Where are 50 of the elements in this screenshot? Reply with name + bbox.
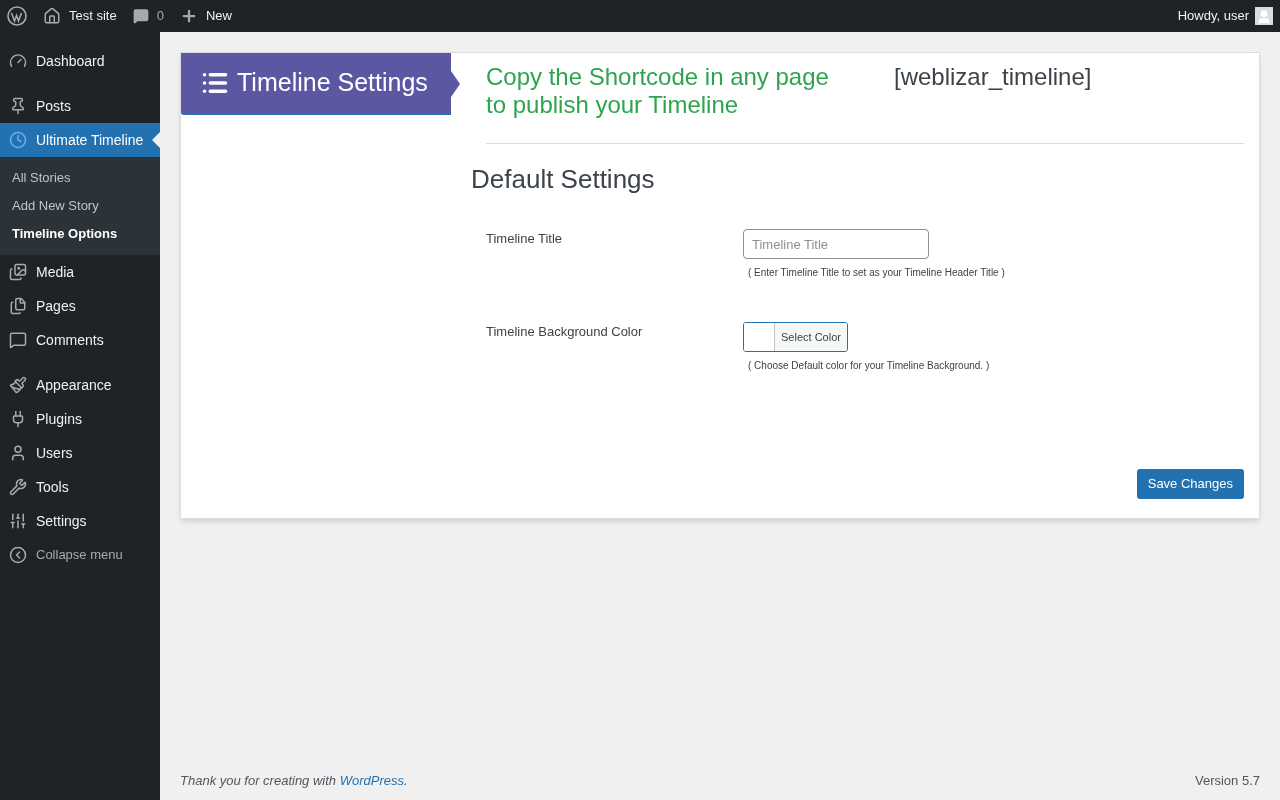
field-label: Timeline Background Color — [486, 323, 644, 341]
title-pointer-arrow — [451, 71, 460, 97]
user-icon — [9, 444, 27, 462]
field-help: ( Enter Timeline Title to set as your Timeline Header Title ) — [747, 266, 1005, 280]
sidebar-item[interactable]: Pages — [0, 289, 160, 323]
sliders-icon — [9, 512, 27, 530]
wordpress-logo-icon[interactable] — [7, 6, 27, 26]
submenu-item[interactable]: Timeline Options — [0, 220, 160, 248]
sidebar-item[interactable]: Posts — [0, 89, 160, 123]
comment-icon — [132, 8, 149, 24]
title-input[interactable]: Timeline Title — [743, 229, 929, 259]
shortcode: [weblizar_timeline] — [894, 63, 1092, 92]
home-icon — [43, 7, 61, 25]
comments-link[interactable]: 0 — [132, 6, 164, 26]
field-label: Timeline Title — [486, 230, 564, 248]
submenu-item[interactable]: All Stories — [0, 164, 160, 192]
pin-icon — [9, 97, 27, 115]
dashboard-icon — [9, 52, 27, 70]
sidebar-item[interactable]: Plugins — [0, 402, 160, 436]
save-changes-button[interactable]: Save Changes — [1136, 469, 1244, 499]
sidebar-item[interactable]: Comments — [0, 323, 160, 357]
pages-icon — [9, 297, 27, 315]
new-link[interactable]: New — [179, 6, 232, 26]
submenu-item[interactable]: Add New Story — [0, 192, 160, 220]
sidebar-item[interactable]: Tools — [0, 470, 160, 504]
sidebar-item[interactable]: Dashboard — [0, 44, 160, 78]
collapse-menu-button[interactable]: Collapse menu — [0, 538, 160, 572]
comment-icon — [9, 331, 27, 349]
sidebar-item[interactable]: Appearance — [0, 368, 160, 402]
footer-text: Thank you for creating with WordPress. — [180, 771, 408, 790]
timeline-icon — [9, 131, 27, 149]
sidebar-item[interactable]: Settings — [0, 504, 160, 538]
sidebar-item[interactable]: Ultimate Timeline — [0, 123, 160, 157]
sidebar-item[interactable]: Users — [0, 436, 160, 470]
section-heading: Default Settings — [471, 163, 656, 196]
shortcode-hint: Copy the Shortcode in any page to publish your Timeline — [486, 63, 830, 119]
avatar-icon — [1255, 7, 1273, 25]
version-text: Version 5.7 — [1194, 771, 1260, 790]
brush-icon — [9, 376, 27, 394]
media-icon — [9, 263, 27, 281]
site-link[interactable]: Test site — [43, 6, 117, 26]
collapse-icon — [9, 546, 27, 564]
panel-title: Timeline Settings — [181, 53, 451, 115]
wrench-icon — [9, 478, 27, 496]
pointer-arrow — [152, 132, 160, 148]
account-link[interactable]: Howdy, user — [1177, 6, 1273, 26]
select-color-button[interactable]: Select Color — [743, 322, 848, 352]
wordpress-link[interactable]: WordPress — [339, 772, 404, 788]
field-help: ( Choose Default color for your Timeline Background. ) — [747, 359, 990, 373]
sidebar-item[interactable]: Media — [0, 255, 160, 289]
